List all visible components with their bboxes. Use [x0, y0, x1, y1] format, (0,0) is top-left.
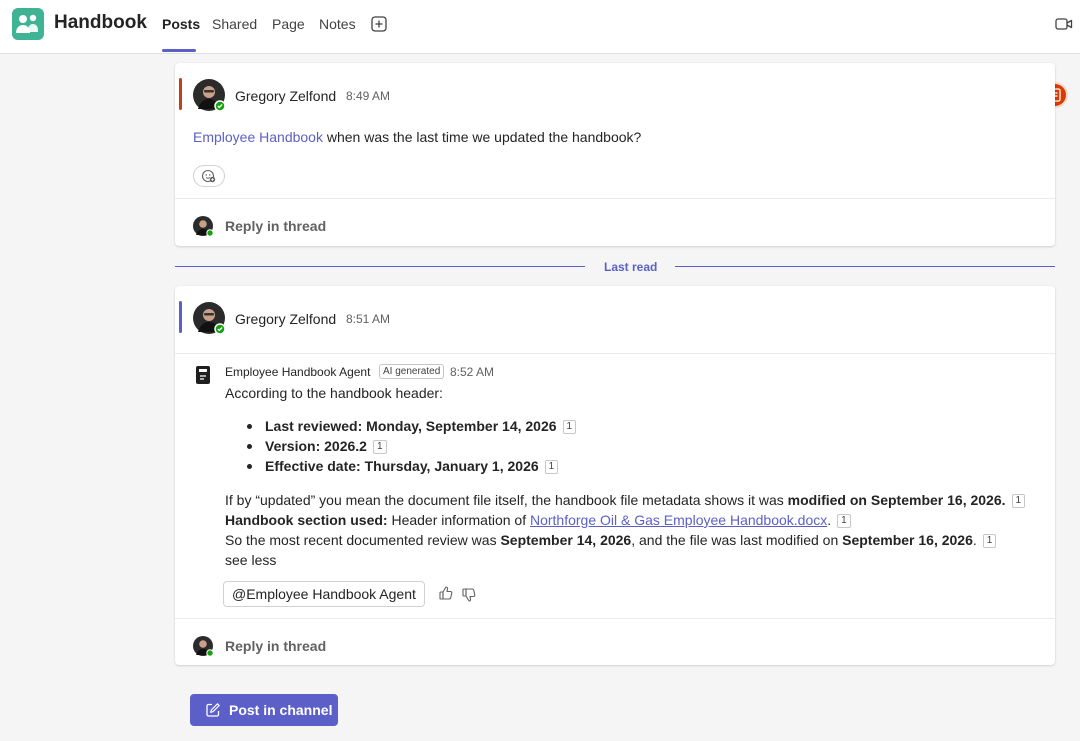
tab-notes[interactable]: Notes: [319, 16, 356, 32]
message-time: 8:51 AM: [346, 312, 391, 326]
reply-avatar: [193, 636, 214, 657]
last-read-divider-right: [675, 266, 1055, 267]
message-time: 8:49 AM: [346, 89, 391, 103]
reply-in-thread-button[interactable]: Reply in thread: [225, 638, 326, 654]
thumbs-down-icon[interactable]: [461, 587, 477, 608]
teams-app-icon: [12, 8, 44, 40]
ai-generated-badge: AI generated: [379, 364, 445, 379]
divider: [175, 198, 1055, 199]
bullet-effective-date: Effective date: Thursday, January 1, 202…: [265, 458, 559, 474]
citation-marker[interactable]: 1: [372, 440, 387, 454]
add-tab-icon[interactable]: [371, 16, 387, 37]
agent-paragraph-3: So the most recent documented review was…: [225, 532, 997, 548]
reply-in-thread-button[interactable]: Reply in thread: [225, 218, 326, 234]
agent-paragraph-2: Handbook section used: Header informatio…: [225, 512, 851, 528]
last-read-label: Last read: [604, 260, 658, 274]
avatar[interactable]: [193, 79, 226, 112]
divider: [175, 618, 1055, 619]
bullet-dot: [247, 424, 252, 429]
thumbs-up-icon[interactable]: [438, 585, 454, 606]
bullet-last-reviewed: Last reviewed: Monday, September 14, 202…: [265, 418, 577, 434]
citation-marker[interactable]: 1: [544, 460, 559, 474]
citation-marker[interactable]: 1: [837, 514, 851, 528]
agent-intro: According to the handbook header:: [225, 385, 443, 401]
post-in-channel-button[interactable]: Post in channel: [190, 694, 338, 726]
divider: [175, 353, 1055, 354]
agent-reply-time: 8:52 AM: [450, 365, 495, 379]
bullet-dot: [247, 464, 252, 469]
last-read-divider-left: [175, 266, 585, 267]
citation-marker[interactable]: 1: [1011, 494, 1026, 508]
active-tab-indicator: [162, 49, 196, 52]
bullet-dot: [247, 444, 252, 449]
citation-marker[interactable]: 1: [982, 534, 997, 548]
reply-avatar: [193, 216, 214, 237]
post-in-channel-label: Post in channel: [229, 702, 333, 718]
mention-agent-button[interactable]: @Employee Handbook Agent: [223, 581, 425, 607]
author-name[interactable]: Gregory Zelfond: [235, 88, 336, 104]
thread-card-2: Gregory Zelfond 8:51 AM Employee Handboo…: [175, 286, 1055, 665]
citation-marker[interactable]: 1: [562, 420, 577, 434]
agent-book-icon: [195, 365, 211, 390]
top-bar: Handbook Posts Shared Page Notes: [0, 0, 1080, 54]
handbook-doc-link[interactable]: Northforge Oil & Gas Employee Handbook.d…: [530, 512, 827, 528]
bullet-version: Version: 2026.2 1: [265, 438, 387, 454]
message-body: Employee Handbook when was the last time…: [193, 129, 641, 145]
compose-icon: [206, 703, 220, 717]
tab-shared[interactable]: Shared: [212, 16, 257, 32]
app-title: Handbook: [54, 12, 147, 33]
agent-paragraph-1: If by “updated” you mean the document fi…: [225, 492, 1026, 508]
tab-page[interactable]: Page: [272, 16, 305, 32]
tab-posts[interactable]: Posts: [162, 16, 200, 32]
add-reaction-button[interactable]: [193, 165, 225, 187]
thread-accent: [179, 78, 182, 110]
agent-name[interactable]: Employee Handbook Agent: [225, 365, 370, 379]
emoji-add-icon: [201, 169, 216, 183]
see-less-link[interactable]: see less: [225, 552, 276, 568]
author-name[interactable]: Gregory Zelfond: [235, 311, 336, 327]
avatar[interactable]: [193, 302, 226, 335]
thread-card-1: Gregory Zelfond 8:49 AM Employee Handboo…: [175, 63, 1055, 246]
message-text: when was the last time we updated the ha…: [322, 129, 642, 145]
video-icon[interactable]: [1055, 16, 1073, 37]
thread-accent: [179, 301, 182, 333]
agent-mention[interactable]: Employee Handbook: [193, 129, 323, 145]
